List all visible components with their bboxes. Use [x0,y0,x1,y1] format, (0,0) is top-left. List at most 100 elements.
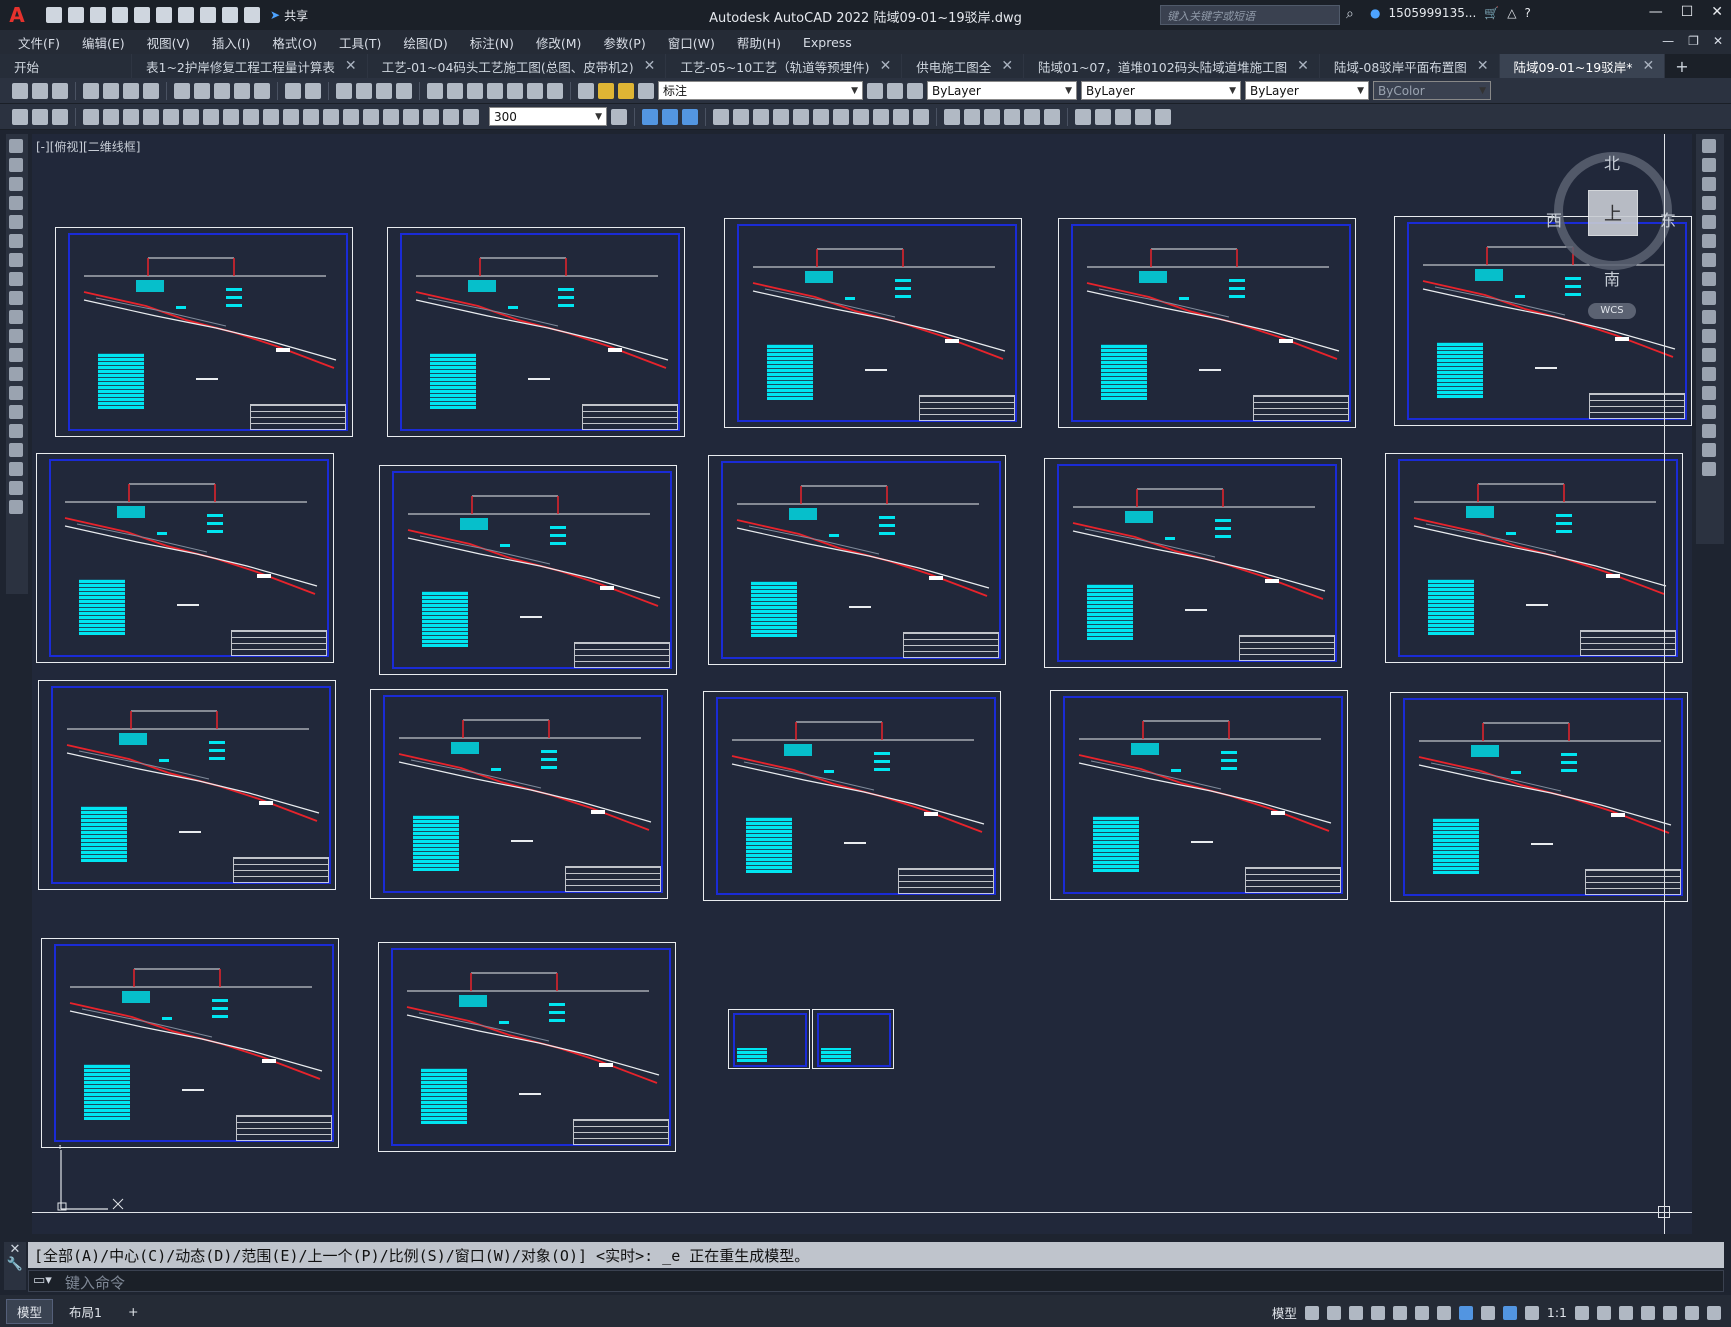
inspection-icon[interactable] [383,108,399,125]
break-point-icon[interactable] [1702,348,1716,362]
line-icon[interactable] [9,139,23,153]
ellipse-arc-icon[interactable] [9,329,23,343]
snap-icon[interactable] [1326,1305,1341,1320]
point-icon[interactable] [9,386,23,400]
object-snap-icon[interactable] [1458,1305,1473,1320]
clean-screen-icon[interactable] [1685,1305,1699,1320]
extend-icon[interactable] [833,108,849,125]
copy-icon[interactable] [1702,158,1716,172]
insert-block-icon[interactable] [9,348,23,362]
break-icon[interactable] [853,108,869,125]
join-icon[interactable] [873,108,889,125]
table-icon[interactable] [9,462,23,476]
polygon-icon[interactable] [9,196,23,210]
menu-dimension[interactable]: 标注(N) [470,33,514,52]
mirror-icon[interactable] [1702,177,1716,191]
ordinate-icon[interactable] [143,108,159,125]
erase-icon[interactable] [964,108,980,125]
command-input[interactable]: ▭▾ 键入命令 [28,1270,1724,1292]
menu-window[interactable]: 窗口(W) [668,33,715,52]
dim-text-edit-icon[interactable] [443,108,459,125]
array-icon[interactable] [1702,215,1716,229]
baseline-icon[interactable] [263,108,279,125]
undo-icon[interactable] [200,7,216,23]
linetype-select[interactable]: ByLayer ▼ [1081,81,1241,100]
properties-icon[interactable] [427,82,443,99]
tab-close-icon[interactable]: ✕ [1001,58,1013,74]
draworder-above-icon[interactable] [1024,108,1040,125]
units-icon[interactable] [1619,1305,1633,1320]
drawing-sheet[interactable] [38,680,336,890]
stretch-icon[interactable] [793,108,809,125]
menu-edit[interactable]: 编辑(E) [82,33,125,52]
minimize-icon[interactable]: — [1649,4,1663,20]
radius-icon[interactable] [163,108,179,125]
drawing-canvas[interactable] [32,134,1692,1234]
center-mark-icon[interactable] [363,108,379,125]
add-selected-icon[interactable] [9,500,23,514]
design-center-icon[interactable] [447,82,463,99]
tab-file[interactable]: 工艺-05~10工艺（轨道等预埋件) ✕ [666,54,903,78]
command-customize-icon[interactable]: 🔧 [4,1257,26,1272]
match-properties-icon[interactable] [234,82,250,99]
layer-walk-icon[interactable] [52,108,68,125]
drawing-sheet[interactable] [41,938,339,1148]
extend-icon[interactable] [1702,329,1716,343]
save-web-icon[interactable] [156,7,172,23]
explode-icon[interactable] [1702,462,1716,476]
dim-update-icon[interactable] [463,108,479,125]
auto-scale-icon[interactable] [1524,1305,1539,1320]
doc-close-icon[interactable]: ✕ [1713,34,1723,48]
dim-edit-icon[interactable] [423,108,439,125]
save-icon[interactable] [52,82,68,99]
diameter-icon[interactable] [203,108,219,125]
command-prompt-icon[interactable]: ▭▾ [33,1273,52,1288]
lineweight-select[interactable]: ByLayer ▼ [1245,81,1369,100]
color-select[interactable]: ByLayer ▼ [927,81,1077,100]
undo-icon[interactable] [285,82,301,99]
drawing-sheet[interactable] [379,465,677,675]
drawing-sheet[interactable] [703,691,1001,901]
arc-icon[interactable] [9,234,23,248]
cart-icon[interactable]: 🛒 [1484,6,1499,20]
viewcube-south[interactable]: 南 [1604,266,1620,290]
tab-close-icon[interactable]: ✕ [880,58,892,74]
new-tab-button[interactable]: + [1665,54,1698,78]
offset-icon[interactable] [1702,196,1716,210]
stretch-icon[interactable] [1702,291,1716,305]
fillet-icon[interactable] [1702,424,1716,438]
cut-icon[interactable] [174,82,190,99]
tolerance-icon[interactable] [343,108,359,125]
tab-file[interactable]: 工艺-01~04码头工艺施工图(总图、皮带机2) ✕ [367,54,667,78]
help-icon[interactable]: ? [1524,6,1530,20]
dim-scale-select[interactable]: 300 ▼ [489,107,607,126]
drawing-sheet[interactable] [708,455,1006,665]
offset-icon[interactable] [682,108,698,125]
array-icon[interactable] [713,108,729,125]
quick-properties-icon[interactable] [1641,1305,1655,1320]
move-icon[interactable] [1702,234,1716,248]
3d-print-icon[interactable] [143,82,159,99]
user-area[interactable]: ● 1505999135... 🛒 △ ? [1370,6,1531,20]
isodraft-icon[interactable] [1414,1305,1429,1320]
arc-length-icon[interactable] [123,108,139,125]
dim-break-icon[interactable] [323,108,339,125]
drawing-sheet[interactable] [370,689,668,899]
drawing-sheet[interactable] [1044,458,1342,668]
tab-model[interactable]: 模型 [6,1298,54,1324]
drawing-sheet[interactable] [1385,453,1683,663]
publish-icon[interactable] [123,82,139,99]
doc-restore-icon[interactable]: ❐ [1688,34,1699,48]
block-editor-icon[interactable] [254,82,270,99]
rotate-icon[interactable] [753,108,769,125]
tab-close-icon[interactable]: ✕ [1643,58,1655,74]
make-current-icon[interactable] [867,82,883,99]
group-bound-icon[interactable] [1155,108,1171,125]
workspace-gear-icon[interactable] [1575,1305,1589,1320]
layer-select[interactable]: 标注 ▼ [658,81,863,100]
menu-modify[interactable]: 修改(M) [536,33,582,52]
viewcube-east[interactable]: 东 [1660,207,1676,231]
tab-start[interactable]: 开始 [0,54,132,78]
markup-icon[interactable] [507,82,523,99]
blend-icon[interactable] [1702,443,1716,457]
